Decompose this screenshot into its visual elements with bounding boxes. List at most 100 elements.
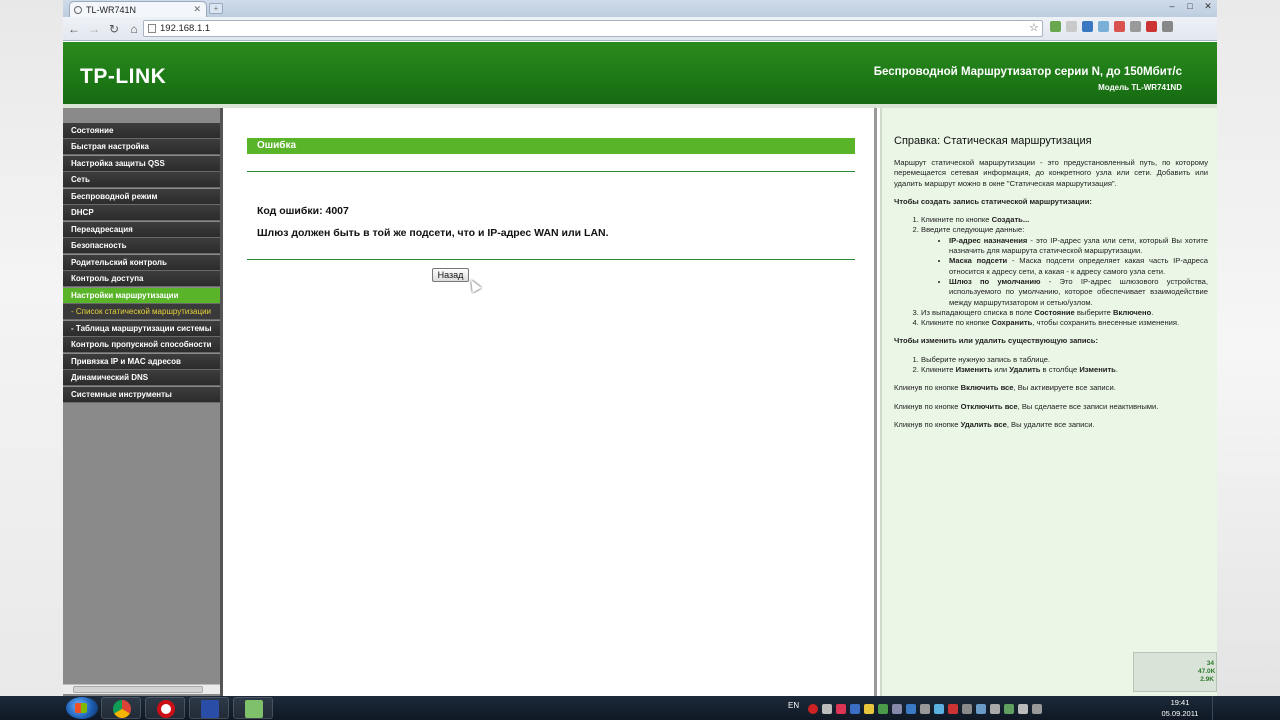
help-edit-steps: Выберите нужную запись в таблице. Кликни… [894, 355, 1208, 376]
sidebar-item-access-control[interactable]: Контроль доступа [63, 271, 223, 287]
sidebar-item-qss[interactable]: Настройка защиты QSS [63, 155, 223, 172]
tab-title: TL-WR741N [86, 4, 137, 15]
widget-value: 34 [1206, 660, 1214, 667]
extension-icon[interactable] [1146, 21, 1157, 32]
back-button[interactable]: Назад [432, 268, 469, 282]
widget-value: 47.0K [1198, 668, 1216, 675]
minimize-icon[interactable]: – [1163, 0, 1181, 12]
header-banner: TP-LINK Беспроводной Маршрутизатор серии… [63, 42, 1217, 104]
sidebar-item-quick-setup[interactable]: Быстрая настройка [63, 139, 223, 155]
taskbar-network-app[interactable] [233, 697, 273, 719]
sidebar-item-routing[interactable]: Настройки маршрутизации [63, 287, 223, 304]
tray-icon[interactable] [976, 704, 986, 714]
tray-icon[interactable] [990, 704, 1000, 714]
sidebar-item-status[interactable]: Состояние [63, 122, 223, 139]
tray-icon[interactable] [822, 704, 832, 714]
sidebar-item-bandwidth-control[interactable]: Контроль пропускной способности [63, 337, 223, 353]
browser-toolbar: ← → ↻ ⌂ 192.168.1.1 ☆ [63, 17, 1217, 41]
help-title: Справка: Статическая маршрутизация [894, 135, 1092, 147]
extension-icon[interactable] [1098, 21, 1109, 32]
language-indicator[interactable]: EN [788, 701, 799, 710]
taskbar-opera[interactable] [145, 697, 185, 719]
desktop-background-right [1217, 0, 1280, 696]
tray-icon[interactable] [934, 704, 944, 714]
sidebar-item-static-routing-list[interactable]: - Список статической маршрутизации [63, 304, 223, 320]
new-tab-button[interactable]: + [209, 3, 223, 14]
back-arrow-icon[interactable]: ← [65, 20, 83, 38]
reload-icon[interactable]: ↻ [105, 20, 123, 38]
tray-icon[interactable] [1032, 704, 1042, 714]
extension-icon[interactable] [1082, 21, 1093, 32]
tray-icon[interactable] [1004, 704, 1014, 714]
network-icon [245, 700, 263, 718]
sidebar-item-dynamic-dns[interactable]: Динамический DNS [63, 370, 223, 386]
opera-icon [157, 700, 175, 718]
main-content: Ошибка Код ошибки: 4007 Шлюз должен быть… [223, 108, 877, 696]
taskbar-clock[interactable]: 19:41 05.09.2011 [1156, 697, 1204, 719]
forward-arrow-icon[interactable]: → [85, 20, 103, 38]
taskbar-chrome[interactable] [101, 697, 141, 719]
scrollbar-thumb[interactable] [73, 686, 203, 693]
browser-tab[interactable]: TL-WR741N ✕ [69, 1, 207, 17]
sidebar-item-system-routing-table[interactable]: - Таблица маршрутизации системы [63, 320, 223, 337]
help-create-heading: Чтобы создать запись статической маршрут… [894, 196, 1092, 206]
extension-icon[interactable] [1130, 21, 1141, 32]
tray-icon[interactable] [920, 704, 930, 714]
address-bar[interactable]: 192.168.1.1 [143, 20, 1043, 37]
close-window-icon[interactable]: ✕ [1199, 0, 1217, 12]
product-model: Модель TL-WR741ND [1098, 83, 1182, 92]
help-field: Шлюз по умолчанию - Это IP-адрес шлюзово… [949, 277, 1208, 308]
tray-icon[interactable] [906, 704, 916, 714]
router-admin-page: TP-LINK Беспроводной Маршрутизатор серии… [63, 42, 1217, 696]
tray-icon[interactable] [962, 704, 972, 714]
extension-icon[interactable] [1066, 21, 1077, 32]
sidebar-item-wireless[interactable]: Беспроводной режим [63, 188, 223, 205]
tray-icon[interactable] [808, 704, 818, 714]
tab-bar: TL-WR741N ✕ + – □ ✕ [63, 0, 1217, 17]
tray-icon[interactable] [850, 704, 860, 714]
sidebar-menu: Состояние Быстрая настройка Настройка за… [63, 108, 223, 696]
help-field-list: IP-адрес назначения - это IP-адрес узла … [921, 236, 1208, 308]
wrench-icon[interactable] [1162, 21, 1173, 32]
sidebar-item-parental-control[interactable]: Родительский контроль [63, 254, 223, 271]
floppy-icon [201, 700, 219, 718]
help-delete-all: Кликнув по кнопке Удалить все, Вы удалит… [894, 419, 1095, 429]
page-icon [148, 24, 156, 33]
show-desktop-button[interactable] [1212, 696, 1220, 720]
taskbar [0, 696, 1280, 720]
clock-time: 19:41 [1170, 698, 1190, 707]
extension-icon[interactable] [1114, 21, 1125, 32]
maximize-icon[interactable]: □ [1181, 0, 1199, 12]
tray-icon[interactable] [864, 704, 874, 714]
help-step: Из выпадающего списка в поле Состояние в… [921, 308, 1208, 318]
tray-icon[interactable] [892, 704, 902, 714]
tray-icon[interactable] [1018, 704, 1028, 714]
chrome-icon [113, 700, 131, 718]
tp-link-logo: TP-LINK [80, 65, 167, 88]
tab-close-icon[interactable]: ✕ [193, 4, 201, 15]
widget-value: 2.9K [1200, 676, 1214, 683]
help-step: Кликните Изменить или Удалить в столбце … [921, 365, 1208, 375]
sidebar-item-system-tools[interactable]: Системные инструменты [63, 386, 223, 403]
sidebar-item-dhcp[interactable]: DHCP [63, 205, 223, 221]
sidebar-item-ip-mac-binding[interactable]: Привязка IP и MAC адресов [63, 353, 223, 370]
help-body: Маршрут статической маршрутизации - это … [894, 158, 1208, 438]
extension-icon[interactable] [1050, 21, 1061, 32]
sidebar-item-forwarding[interactable]: Переадресация [63, 221, 223, 238]
extension-icons [1050, 21, 1173, 32]
taskbar-save-app[interactable] [189, 697, 229, 719]
tray-icon[interactable] [948, 704, 958, 714]
sidebar-item-network[interactable]: Сеть [63, 172, 223, 188]
sidebar-horizontal-scrollbar[interactable] [63, 684, 220, 694]
help-step: Введите следующие данные: IP-адрес назна… [921, 225, 1208, 307]
start-button[interactable] [66, 697, 98, 719]
desktop-background-left [0, 0, 63, 696]
tray-icon[interactable] [878, 704, 888, 714]
bookmark-star-icon[interactable]: ☆ [1029, 21, 1039, 34]
network-monitor-values: 34 47.0K 2.9K [1198, 660, 1216, 684]
help-enable-all: Кликнув по кнопке Включить все, Вы актив… [894, 383, 1116, 393]
sidebar-item-security[interactable]: Безопасность [63, 238, 223, 254]
home-icon[interactable]: ⌂ [125, 20, 143, 38]
tray-icon[interactable] [836, 704, 846, 714]
help-edit-heading: Чтобы изменить или удалить существующую … [894, 336, 1098, 346]
